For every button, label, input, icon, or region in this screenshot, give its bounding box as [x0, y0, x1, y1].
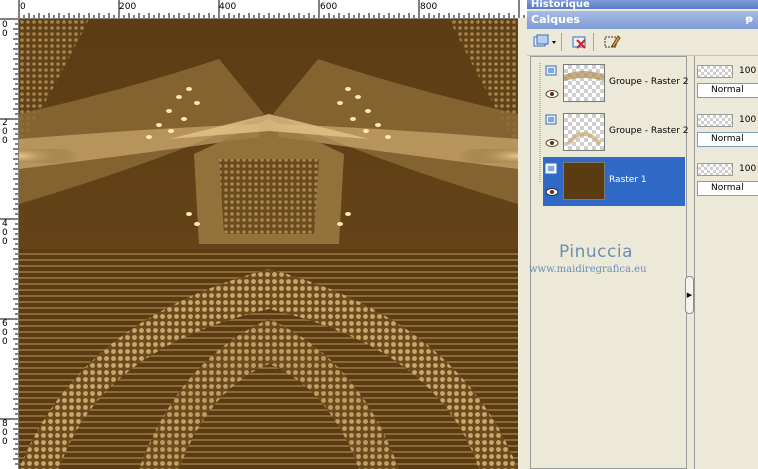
- light-bulb: [385, 135, 391, 139]
- ruler-label-600: 600: [320, 2, 338, 12]
- ruler-label-0: 0: [20, 2, 26, 12]
- layer-thumbnail-art-2: [566, 132, 602, 146]
- new-layer-icon: [533, 34, 556, 47]
- layer-name-3: Raster 1: [609, 175, 647, 185]
- delete-layer-icon: [572, 36, 586, 49]
- edit-selection-icon: [604, 35, 621, 48]
- image-canvas[interactable]: [19, 19, 518, 469]
- light-bulb: [166, 109, 172, 113]
- light-bulb: [337, 222, 343, 226]
- new-layer-button[interactable]: [531, 32, 559, 52]
- layer-thumbnail-art-1: [564, 71, 604, 81]
- eye-icon[interactable]: [545, 89, 559, 99]
- panel-collapse-toggle[interactable]: ▶: [685, 276, 694, 314]
- light-bulb: [168, 129, 174, 133]
- layer-row-2[interactable]: Groupe - Raster 2: [543, 108, 689, 157]
- light-bulb: [146, 135, 152, 139]
- opacity-slider-2[interactable]: 100: [697, 114, 757, 127]
- layer-row-1[interactable]: Groupe - Raster 2: [543, 59, 689, 108]
- layer-thumbnail-3: [563, 162, 605, 200]
- opacity-value-3: 100: [739, 164, 757, 174]
- ruler-horizontal-ticks: [18, 0, 525, 18]
- delete-layer-button[interactable]: [569, 32, 591, 52]
- ruler-horizontal: 0 200 400 600 800: [0, 0, 527, 19]
- light-bulb: [186, 87, 192, 91]
- glow-right: [458, 149, 518, 163]
- ruler-vlabel-200c: 0: [2, 136, 8, 146]
- blend-mode-select-2[interactable]: Normal: [697, 132, 758, 147]
- layer-name-2: Groupe - Raster 2: [609, 126, 689, 136]
- watermark-title: Pinuccia: [559, 242, 633, 262]
- light-bulb: [194, 101, 200, 105]
- light-bulb: [176, 95, 182, 99]
- layers-panel-title[interactable]: Calques ᵽ: [527, 11, 758, 29]
- layer-tree: Groupe - Raster 2 Groupe - Raster 2 Rast…: [530, 56, 689, 469]
- layer-thumbnail-1: [563, 64, 605, 102]
- toolbar-separator: [593, 33, 594, 51]
- ruler-vlabel-0b: 0: [2, 29, 8, 39]
- ruler-label-800: 800: [420, 2, 438, 12]
- light-bulb: [355, 95, 361, 99]
- ruler-corner: [0, 0, 19, 19]
- watermark-url: www.maidiregrafica.eu: [529, 264, 647, 275]
- layer-properties: 100 Normal 100 Normal 100 Normal: [694, 56, 758, 469]
- ruler-vertical: 0 0 2 0 0 4 0 0 6 0 0 8 0 0: [0, 18, 19, 469]
- pin-icon[interactable]: ᵽ: [746, 11, 753, 29]
- light-bulb: [181, 117, 187, 121]
- toolbar-separator: [561, 33, 562, 51]
- layer-thumbnail-2: [563, 113, 605, 151]
- blend-mode-select-3[interactable]: Normal: [697, 181, 758, 196]
- opacity-slider-3[interactable]: 100: [697, 163, 757, 176]
- canvas-right-gutter: [518, 18, 527, 469]
- light-bulb: [375, 123, 381, 127]
- light-bulb: [365, 109, 371, 113]
- ruler-label-200: 200: [119, 2, 137, 12]
- light-bulb: [345, 212, 351, 216]
- history-title: Historique: [531, 0, 590, 9]
- ruler-vlabel-600c: 0: [2, 337, 8, 347]
- ruler-vlabel-400c: 0: [2, 237, 8, 247]
- layers-toolbar: [527, 29, 758, 56]
- canvas-artwork: [19, 19, 518, 469]
- eye-icon[interactable]: [545, 138, 559, 148]
- opacity-bar: [697, 65, 733, 78]
- layer-type-icon: [545, 65, 557, 76]
- edit-selection-button[interactable]: [601, 32, 623, 52]
- light-bulb: [186, 212, 192, 216]
- layer-type-icon: [545, 114, 557, 125]
- history-panel-title[interactable]: Historique: [527, 0, 758, 9]
- light-bulb: [194, 222, 200, 226]
- ruler-vlabel-800c: 0: [2, 437, 8, 447]
- light-bulb: [363, 129, 369, 133]
- opacity-bar: [697, 114, 733, 127]
- chevron-right-icon: ▶: [686, 291, 693, 299]
- light-bulb: [337, 101, 343, 105]
- light-bulb: [156, 123, 162, 127]
- blend-mode-select-1[interactable]: Normal: [697, 83, 758, 98]
- opacity-bar: [697, 163, 733, 176]
- opacity-value-2: 100: [739, 115, 757, 125]
- opacity-value-1: 100: [739, 66, 757, 76]
- glow-left: [19, 149, 79, 163]
- layer-name-1: Groupe - Raster 2: [609, 77, 689, 87]
- eye-icon[interactable]: [545, 187, 559, 197]
- light-bulb: [345, 87, 351, 91]
- layer-row-3[interactable]: Raster 1: [543, 157, 685, 206]
- layer-type-icon: [545, 163, 557, 174]
- opacity-slider-1[interactable]: 100: [697, 65, 757, 78]
- light-bulb: [350, 117, 356, 121]
- ruler-label-400: 400: [219, 2, 237, 12]
- layers-title: Calques: [531, 13, 580, 26]
- center-box-inner: [219, 159, 319, 234]
